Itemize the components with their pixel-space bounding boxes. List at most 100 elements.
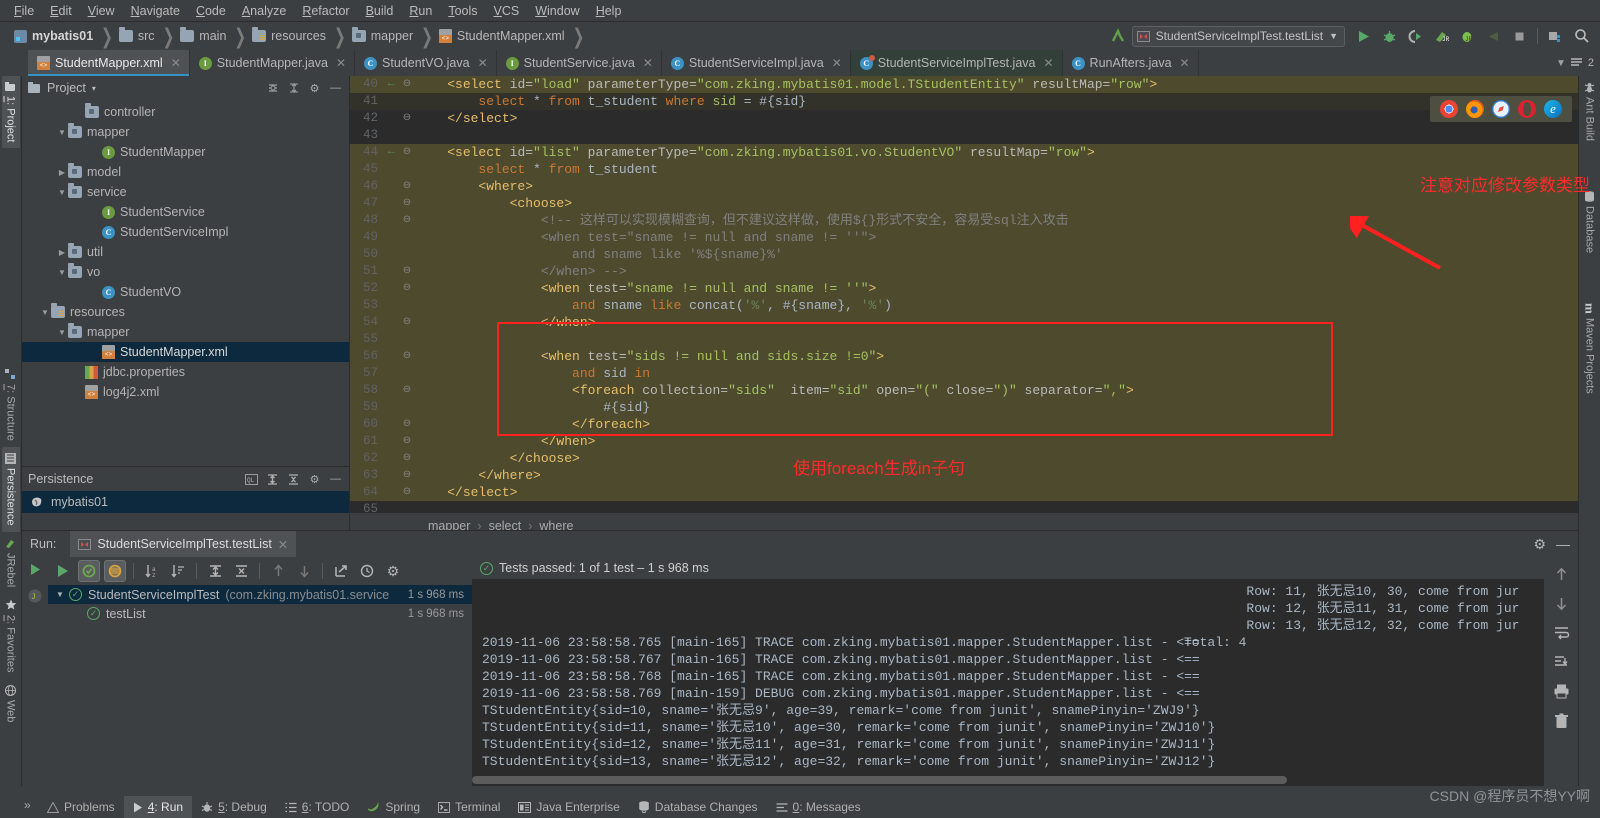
code-fold-icon[interactable]: ⊖: [398, 76, 416, 93]
code-line-44[interactable]: 44 ← ⊖ <select id="list" parameterType="co…: [350, 144, 1578, 161]
menu-item-run[interactable]: Run: [401, 2, 440, 20]
code-fold-icon[interactable]: [398, 161, 416, 178]
breadcrumb-item-studentmapper-xml[interactable]: StudentMapper.xml: [435, 25, 567, 47]
code-fold-icon[interactable]: ⊖: [398, 382, 416, 399]
gutter-marker-icon[interactable]: [384, 229, 398, 246]
persistence-unit-item[interactable]: mybatis01: [22, 491, 349, 513]
gutter-marker-icon[interactable]: [384, 331, 398, 348]
scroll-to-end-icon[interactable]: [1553, 654, 1570, 669]
menu-item-vcs[interactable]: VCS: [486, 2, 528, 20]
gutter-marker-icon[interactable]: ←: [384, 144, 398, 161]
code-line-65[interactable]: 65: [350, 501, 1578, 512]
gutter-marker-icon[interactable]: [384, 263, 398, 280]
edge-icon[interactable]: e: [1544, 100, 1562, 118]
code-fold-icon[interactable]: ⊖: [398, 433, 416, 450]
stop-button[interactable]: [1507, 24, 1531, 48]
status-bar-item-java-enterprise[interactable]: Java Enterprise: [509, 796, 628, 818]
stripe-button-web[interactable]: Web: [2, 679, 20, 728]
code-line-53[interactable]: 53 and sname like concat('%', #{sname}, …: [350, 297, 1578, 314]
code-fold-icon[interactable]: ⊖: [398, 416, 416, 433]
expand-arrow-icon[interactable]: ▼: [39, 308, 51, 317]
status-bar-item-debug[interactable]: 5: Debug: [192, 796, 276, 818]
stripe-button-1--project[interactable]: 1: Project: [1, 76, 20, 149]
code-line-42[interactable]: 42 ⊖ </select>: [350, 110, 1578, 127]
close-icon[interactable]: ✕: [1043, 56, 1053, 70]
code-fold-icon[interactable]: [398, 399, 416, 416]
status-bar-item-problems[interactable]: Problems: [38, 796, 124, 818]
expand-all-icon[interactable]: [286, 81, 301, 96]
sql-console-icon[interactable]: QL: [244, 472, 259, 487]
expand-arrow-icon[interactable]: ▼: [56, 328, 68, 337]
gutter-marker-icon[interactable]: [384, 467, 398, 484]
expand-icon[interactable]: [265, 472, 280, 487]
code-fold-icon[interactable]: ⊖: [398, 144, 416, 161]
code-fold-icon[interactable]: [398, 127, 416, 144]
code-line-60[interactable]: 60 ⊖ </foreach>: [350, 416, 1578, 433]
code-fold-icon[interactable]: [398, 501, 416, 512]
gutter-marker-icon[interactable]: [384, 297, 398, 314]
next-failed-test-icon[interactable]: [293, 560, 315, 582]
stripe-button-2--favorites[interactable]: 2: Favorites: [2, 593, 20, 678]
menu-item-navigate[interactable]: Navigate: [123, 2, 188, 20]
code-fold-icon[interactable]: ⊖: [398, 280, 416, 297]
opera-icon[interactable]: [1518, 100, 1536, 118]
close-icon[interactable]: ✕: [643, 56, 653, 70]
gear-icon[interactable]: ⚙: [307, 81, 322, 96]
code-lines[interactable]: 40 ← ⊖ <select id="load" parameterType="co…: [350, 76, 1578, 512]
rerun-tests-icon[interactable]: [52, 560, 74, 582]
gutter-marker-icon[interactable]: [384, 382, 398, 399]
collapse-all-icon[interactable]: [230, 560, 252, 582]
tree-node-resources[interactable]: ▼ resources: [22, 302, 349, 322]
gutter-marker-icon[interactable]: [384, 365, 398, 382]
gutter-marker-icon[interactable]: ←: [384, 76, 398, 93]
tree-node-studentservice[interactable]: I StudentService: [22, 202, 349, 222]
code-fold-icon[interactable]: ⊖: [398, 450, 416, 467]
code-fold-icon[interactable]: [398, 93, 416, 110]
status-bar-item-database-changes[interactable]: Database Changes: [629, 796, 767, 818]
code-fold-icon[interactable]: [398, 229, 416, 246]
editor-tab-runafters-java[interactable]: C RunAfters.java ✕: [1063, 50, 1199, 76]
gutter-marker-icon[interactable]: [384, 110, 398, 127]
gear-icon[interactable]: ⚙: [307, 472, 322, 487]
debug-button[interactable]: [1377, 24, 1401, 48]
collapse-icon[interactable]: [286, 472, 301, 487]
editor-tab-studentmapper-java[interactable]: I StudentMapper.java ✕: [190, 50, 356, 76]
code-line-46[interactable]: 46 ⊖ <where>: [350, 178, 1578, 195]
editor-tab-studentvo-java[interactable]: C StudentVO.java ✕: [355, 50, 497, 76]
stripe-button-maven-projects[interactable]: m Maven Projects: [1579, 297, 1600, 400]
tree-node-studentmapper-xml[interactable]: StudentMapper.xml: [22, 342, 349, 362]
firefox-icon[interactable]: [1466, 100, 1484, 118]
toggle-ignored-tests-icon[interactable]: [104, 560, 126, 582]
scroll-up-icon[interactable]: [1554, 567, 1569, 582]
hide-icon[interactable]: —: [328, 472, 343, 487]
tree-node-studentvo[interactable]: C StudentVO: [22, 282, 349, 302]
safari-icon[interactable]: [1492, 100, 1510, 118]
code-line-58[interactable]: 58 ⊖ <foreach collection="sids" item="sid…: [350, 382, 1578, 399]
tree-node-mapper[interactable]: ▼ mapper: [22, 322, 349, 342]
code-line-55[interactable]: 55: [350, 331, 1578, 348]
sort-by-duration-icon[interactable]: [167, 560, 189, 582]
code-fold-icon[interactable]: ⊖: [398, 110, 416, 127]
close-icon[interactable]: ✕: [278, 537, 288, 552]
expand-arrow-icon[interactable]: ▶: [56, 248, 68, 257]
breadcrumb-item-resources[interactable]: resources: [248, 25, 328, 47]
gutter-marker-icon[interactable]: [384, 246, 398, 263]
gutter-marker-icon[interactable]: [384, 161, 398, 178]
code-line-61[interactable]: 61 ⊖ </when>: [350, 433, 1578, 450]
gutter-marker-icon[interactable]: [384, 399, 398, 416]
expand-arrow-icon[interactable]: ▼: [56, 188, 68, 197]
hide-icon[interactable]: —: [328, 81, 343, 96]
menu-item-edit[interactable]: Edit: [42, 2, 80, 20]
menu-item-analyze[interactable]: Analyze: [234, 2, 294, 20]
close-icon[interactable]: ✕: [1180, 56, 1190, 70]
code-fold-icon[interactable]: ⊖: [398, 314, 416, 331]
code-fold-icon[interactable]: ⊖: [398, 348, 416, 365]
stripe-button-ant-build[interactable]: Ant Build: [1581, 76, 1599, 147]
close-icon[interactable]: ✕: [832, 56, 842, 70]
tree-node-util[interactable]: ▶ util: [22, 242, 349, 262]
breadcrumb-item-mybatis01[interactable]: mybatis01: [10, 25, 95, 47]
status-bar-item-messages[interactable]: 0: Messages: [767, 796, 870, 818]
tree-node-mapper[interactable]: ▼ mapper: [22, 122, 349, 142]
code-line-43[interactable]: 43: [350, 127, 1578, 144]
test-history-icon[interactable]: [356, 560, 378, 582]
